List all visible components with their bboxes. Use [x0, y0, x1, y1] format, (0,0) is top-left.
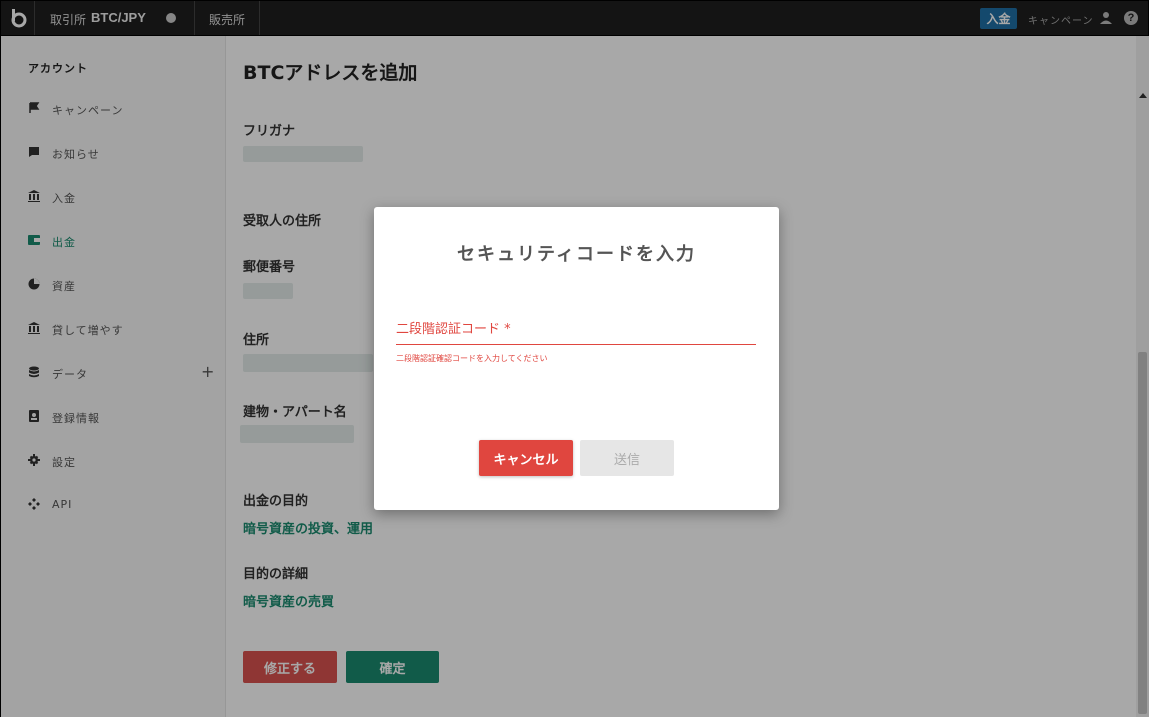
send-button[interactable]: 送信 — [580, 440, 674, 476]
error-message: 二段階認証確認コードを入力してください — [396, 354, 548, 363]
security-code-dialog: セキュリティコードを入力 二段階認証コード * 二段階認証確認コードを入力してく… — [374, 207, 779, 510]
cancel-button[interactable]: キャンセル — [479, 440, 573, 476]
dialog-title: セキュリティコードを入力 — [457, 244, 696, 265]
two-factor-code-input[interactable] — [396, 311, 756, 345]
